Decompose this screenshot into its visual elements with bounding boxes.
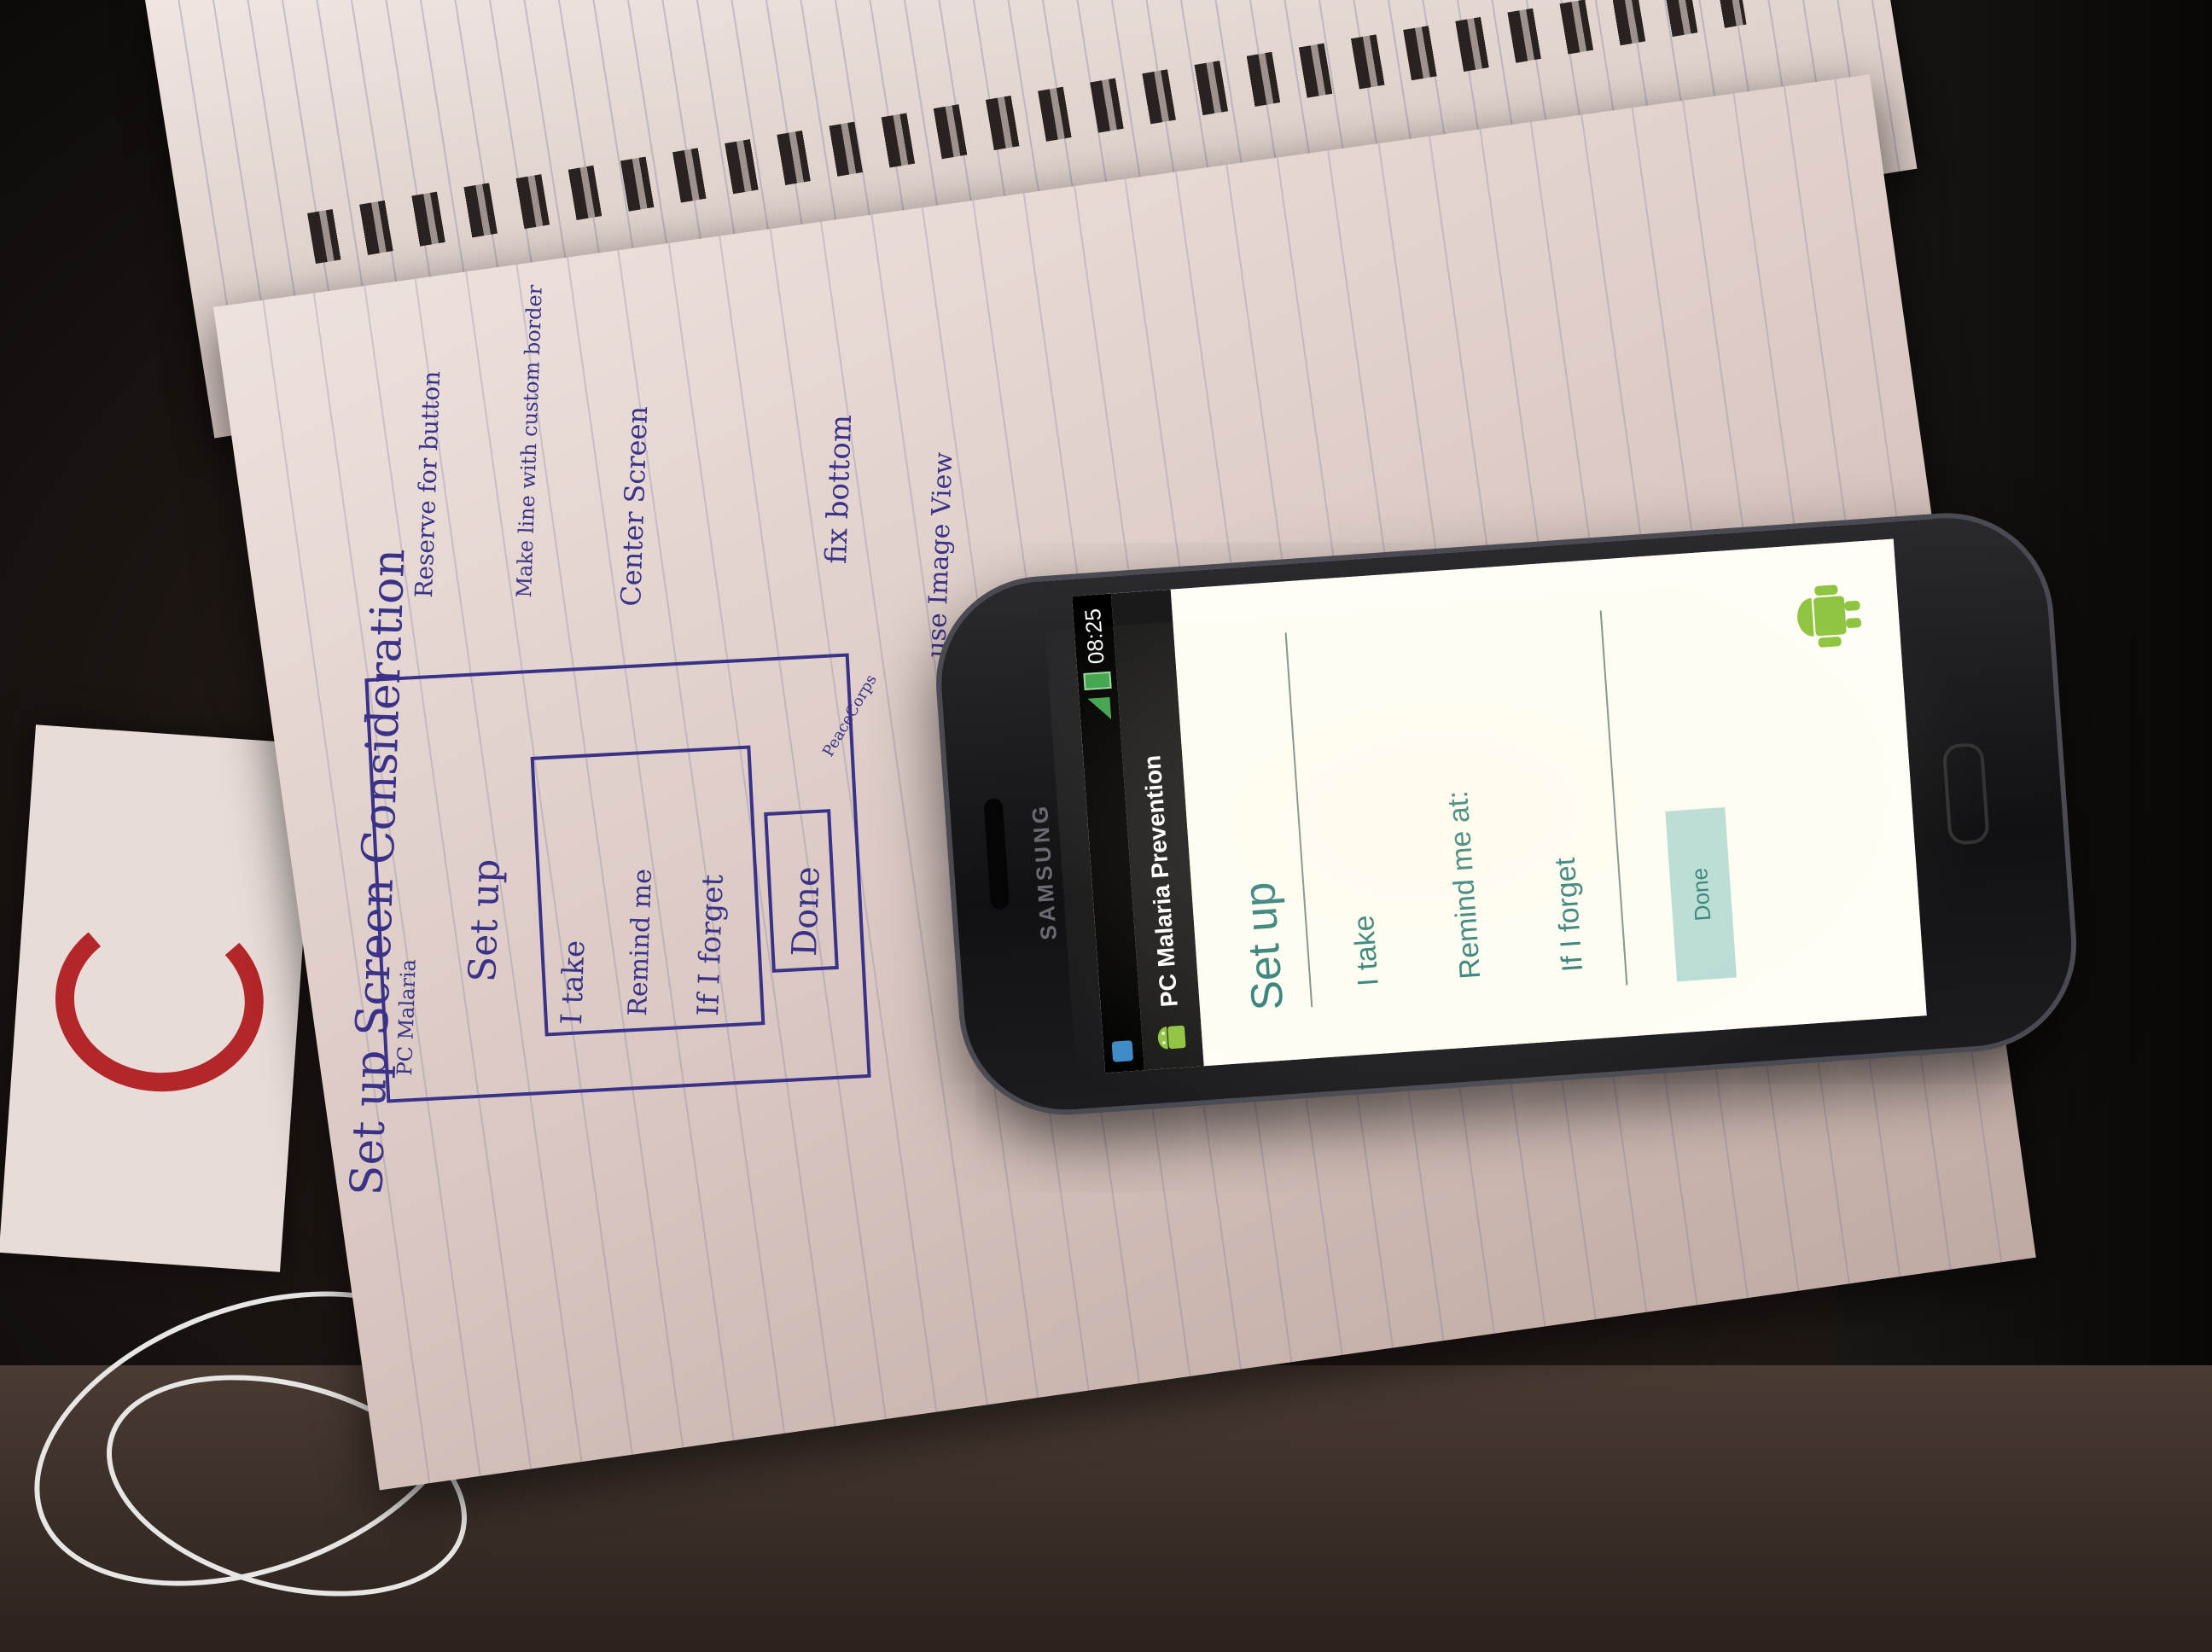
status-time: 08:25 <box>1079 608 1109 666</box>
notification-icon <box>1111 1040 1134 1062</box>
setup-screen: Set up I take Remind me at: If I forget … <box>1170 538 1927 1067</box>
phone-device: SAMSUNG 08:25 PC Malaria Prevention Set … <box>934 511 2079 1117</box>
field-take[interactable]: I take <box>1348 914 1386 987</box>
field-remind[interactable]: Remind me at: <box>1441 789 1487 980</box>
battery-icon <box>1083 671 1112 691</box>
field-forget[interactable]: If I forget <box>1549 857 1590 974</box>
app-title: PC Malaria Prevention <box>1138 753 1183 1009</box>
sketch-screen-title: Set up <box>461 858 509 983</box>
sketch-row-remind: Remind me <box>623 868 659 1017</box>
red-logo-card <box>0 724 317 1272</box>
phone-brand-label: SAMSUNG <box>1026 802 1062 941</box>
sketch-header-box: PC Malaria <box>393 958 421 1076</box>
done-button[interactable]: Done <box>1665 807 1738 982</box>
app-portrait-content: 08:25 PC Malaria Prevention Set up I tak… <box>1072 538 1927 1073</box>
phone-speaker <box>983 798 1010 910</box>
red-logo-mark <box>49 901 271 1099</box>
phone-screen: 08:25 PC Malaria Prevention Set up I tak… <box>1072 538 1927 1073</box>
android-icon <box>1157 1025 1186 1050</box>
fields-divider <box>1599 610 1628 986</box>
screen-heading: Set up <box>1234 880 1294 1012</box>
sketch-done-label: Done <box>785 865 828 957</box>
photo-scene: Set up Screen Consideration PC Malaria S… <box>0 0 2212 1652</box>
phone-home-button[interactable] <box>1941 742 1990 846</box>
android-robot-icon <box>1797 585 1861 648</box>
sketch-note-fix-bottom: fix bottom <box>819 414 859 565</box>
signal-icon <box>1087 697 1112 721</box>
sketch-row-forget: If I forget <box>691 874 731 1017</box>
sketch-row-take: I take <box>555 939 592 1026</box>
